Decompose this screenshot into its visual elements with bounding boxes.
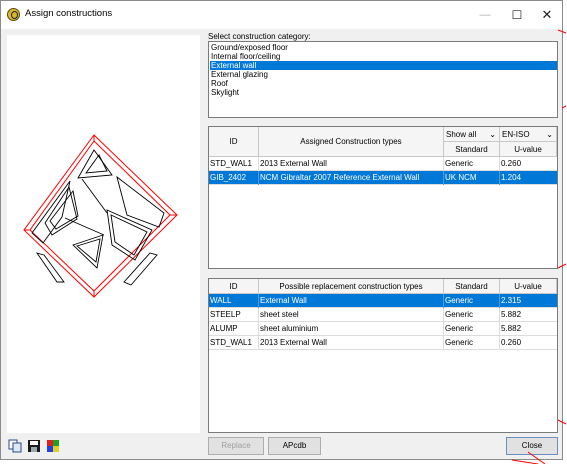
model-face-bottom-right (123, 252, 158, 286)
close-button[interactable]: Close (506, 437, 558, 455)
category-item[interactable]: Ground/exposed floor (210, 43, 557, 52)
copy-icon[interactable] (8, 439, 22, 453)
cell-id: WALL (209, 294, 259, 308)
table-row[interactable]: STD_WAL1 2013 External Wall Generic 0.26… (209, 336, 557, 350)
cell-u-value: 2.315 (501, 296, 522, 305)
title-bar: Assign constructions — ☐ ✕ (1, 1, 562, 29)
model-preview[interactable] (7, 35, 200, 433)
cell-u-value: 5.882 (501, 310, 522, 319)
cell-u-value: 1.204 (501, 173, 522, 182)
column-header-id[interactable]: ID (209, 127, 259, 157)
cell-standard: Generic (444, 336, 500, 350)
palette-icon[interactable] (46, 439, 60, 453)
show-all-value: Show all (446, 130, 477, 139)
category-label: Select construction category: (208, 32, 311, 41)
cell-standard: Generic (444, 308, 500, 322)
maximize-icon[interactable]: ☐ (501, 1, 533, 29)
wall-model-drawing (23, 134, 178, 298)
cell-id: STEELP (209, 308, 259, 322)
replace-button[interactable]: Replace (208, 437, 264, 455)
cell-name: 2013 External Wall (259, 157, 444, 171)
apcdb-button[interactable]: APcdb (268, 437, 321, 455)
chevron-down-icon: ⌄ (546, 130, 553, 139)
category-item[interactable]: Internal floor/ceiling (210, 52, 557, 61)
column-header-standard[interactable]: Standard (444, 279, 500, 294)
assign-constructions-dialog: Assign constructions — ☐ ✕ Select constr… (0, 0, 563, 460)
window-title: Assign constructions (25, 8, 113, 19)
column-header-id[interactable]: ID (209, 279, 259, 294)
minimize-icon[interactable]: — (469, 1, 501, 29)
close-icon[interactable]: ✕ (531, 1, 563, 29)
column-header-replacement-types[interactable]: Possible replacement construction types (259, 279, 444, 294)
column-header-assigned-types[interactable]: Assigned Construction types (259, 127, 444, 157)
replacement-constructions-table[interactable]: ID Possible replacement construction typ… (208, 278, 558, 433)
table-row-selected[interactable]: GIB_2402 NCM Gibraltar 2007 Reference Ex… (209, 171, 557, 185)
cell-name: 2013 External Wall (259, 336, 444, 350)
cell-standard: Generic (444, 322, 500, 336)
cell-id: STD_WAL1 (209, 336, 259, 350)
table-row[interactable]: ALUMP sheet aluminium Generic 5.882 (209, 322, 557, 336)
cell-name: sheet aluminium (259, 322, 444, 336)
column-header-u-value[interactable]: U-value (500, 142, 557, 157)
model-face-bottom (72, 234, 104, 269)
cell-id: STD_WAL1 (209, 157, 259, 171)
cell-id: GIB_2402 (209, 171, 259, 185)
cell-name: NCM Gibraltar 2007 Reference External Wa… (259, 171, 444, 185)
save-icon[interactable] (27, 439, 41, 453)
en-iso-value: EN-ISO (502, 130, 530, 139)
category-item-selected[interactable]: External wall (210, 61, 557, 70)
cell-id: ALUMP (209, 322, 259, 336)
chevron-down-icon: ⌄ (489, 130, 496, 139)
model-face-bottom-left (35, 252, 65, 283)
category-list[interactable]: Ground/exposed floor Internal floor/ceil… (208, 41, 558, 118)
cell-name: sheet steel (259, 308, 444, 322)
cell-u-value: 0.260 (501, 338, 522, 347)
table-row-selected[interactable]: WALL External Wall Generic 2.315 (209, 294, 557, 308)
cell-standard: UK NCM (444, 171, 500, 185)
en-iso-dropdown[interactable]: EN-ISO ⌄ (500, 127, 557, 142)
table-row[interactable]: STD_WAL1 2013 External Wall Generic 0.26… (209, 157, 557, 171)
show-all-dropdown[interactable]: Show all ⌄ (444, 127, 500, 142)
cell-standard: Generic (444, 294, 500, 308)
category-item[interactable]: Skylight (210, 88, 557, 97)
cell-u-value: 5.882 (501, 324, 522, 333)
column-header-u-value[interactable]: U-value (500, 279, 557, 294)
category-item[interactable]: External glazing (210, 70, 557, 79)
column-header-standard[interactable]: Standard (444, 142, 500, 157)
assigned-constructions-table[interactable]: ID Assigned Construction types Show all … (208, 126, 558, 269)
category-item[interactable]: Roof (210, 79, 557, 88)
model-outline-inner (29, 140, 171, 292)
cell-u-value: 0.260 (501, 159, 522, 168)
cell-name: External Wall (259, 294, 444, 308)
cell-standard: Generic (444, 157, 500, 171)
app-icon (7, 8, 20, 21)
table-row[interactable]: STEELP sheet steel Generic 5.882 (209, 308, 557, 322)
